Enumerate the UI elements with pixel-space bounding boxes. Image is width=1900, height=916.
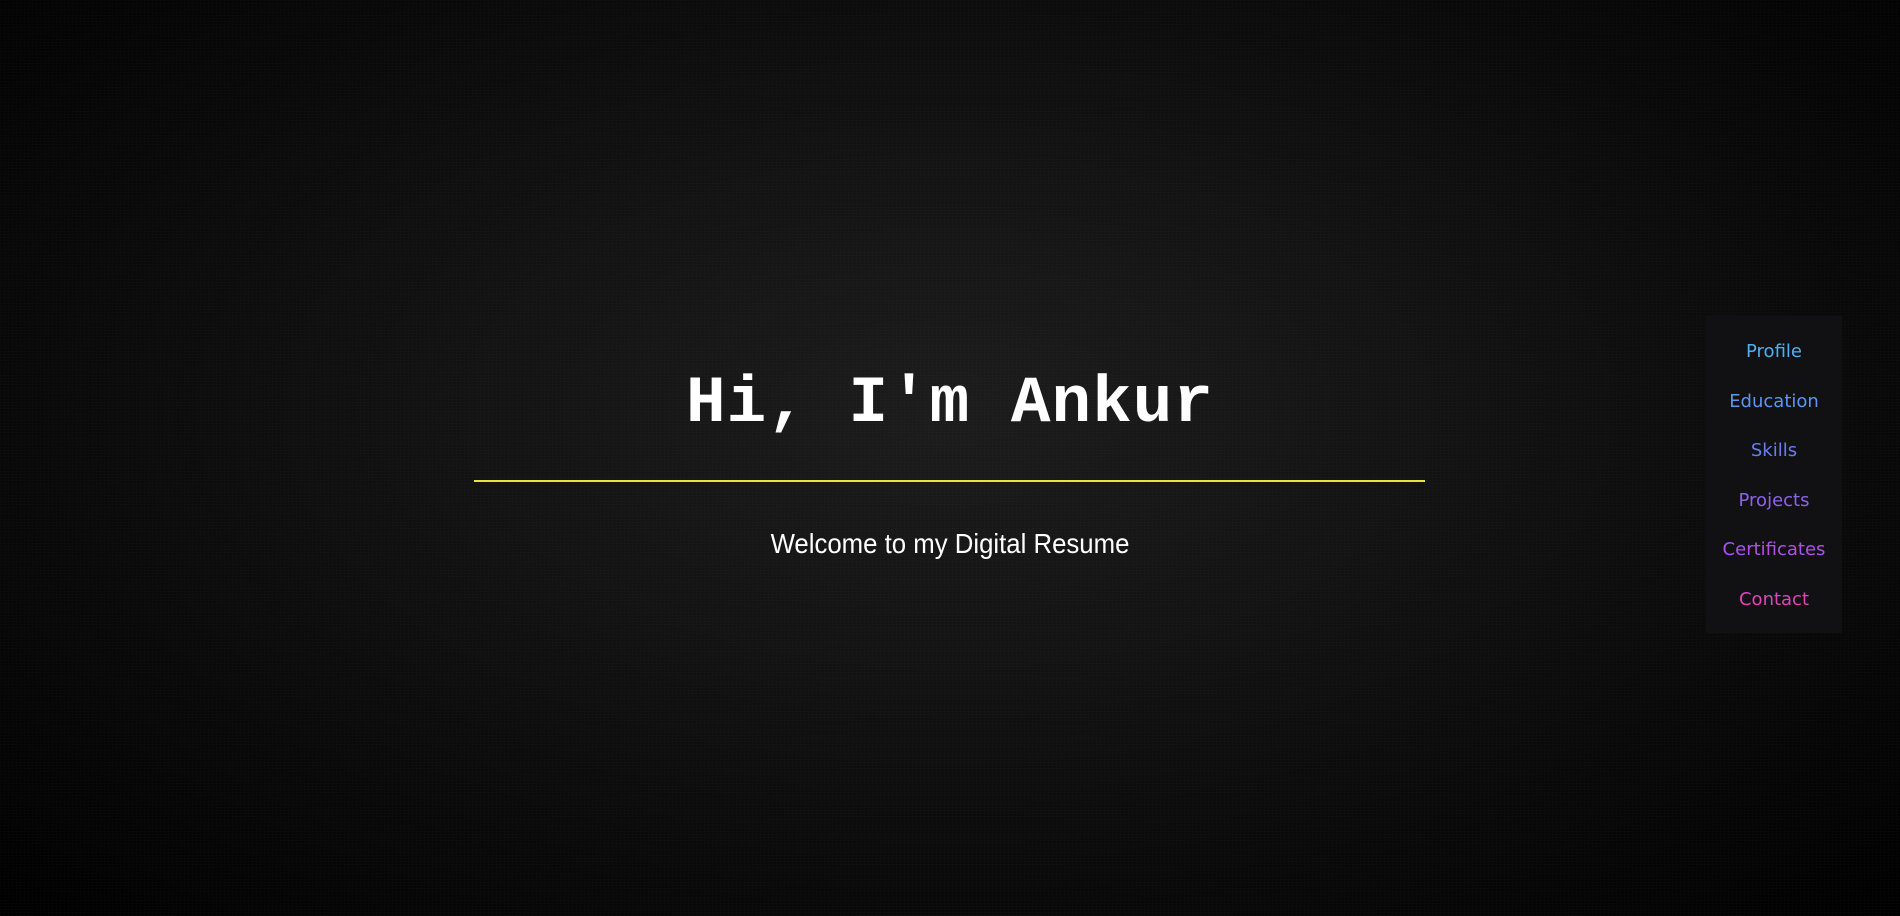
nav-item-profile[interactable]: Profile [1706,336,1842,386]
side-nav: Profile Education Skills Projects Certif… [1706,316,1842,633]
hero-section: Hi, I'm Ankur Welcome to my Digital Resu… [0,0,1900,916]
hero-title: Hi, I'm Ankur [686,366,1214,441]
hero-divider [474,480,1425,482]
nav-item-skills[interactable]: Skills [1706,435,1842,485]
hero-subtitle: Welcome to my Digital Resume [770,528,1130,559]
nav-item-contact[interactable]: Contact [1706,584,1842,634]
nav-item-projects[interactable]: Projects [1706,485,1842,535]
nav-item-certificates[interactable]: Certificates [1706,534,1842,584]
nav-item-education[interactable]: Education [1706,386,1842,436]
